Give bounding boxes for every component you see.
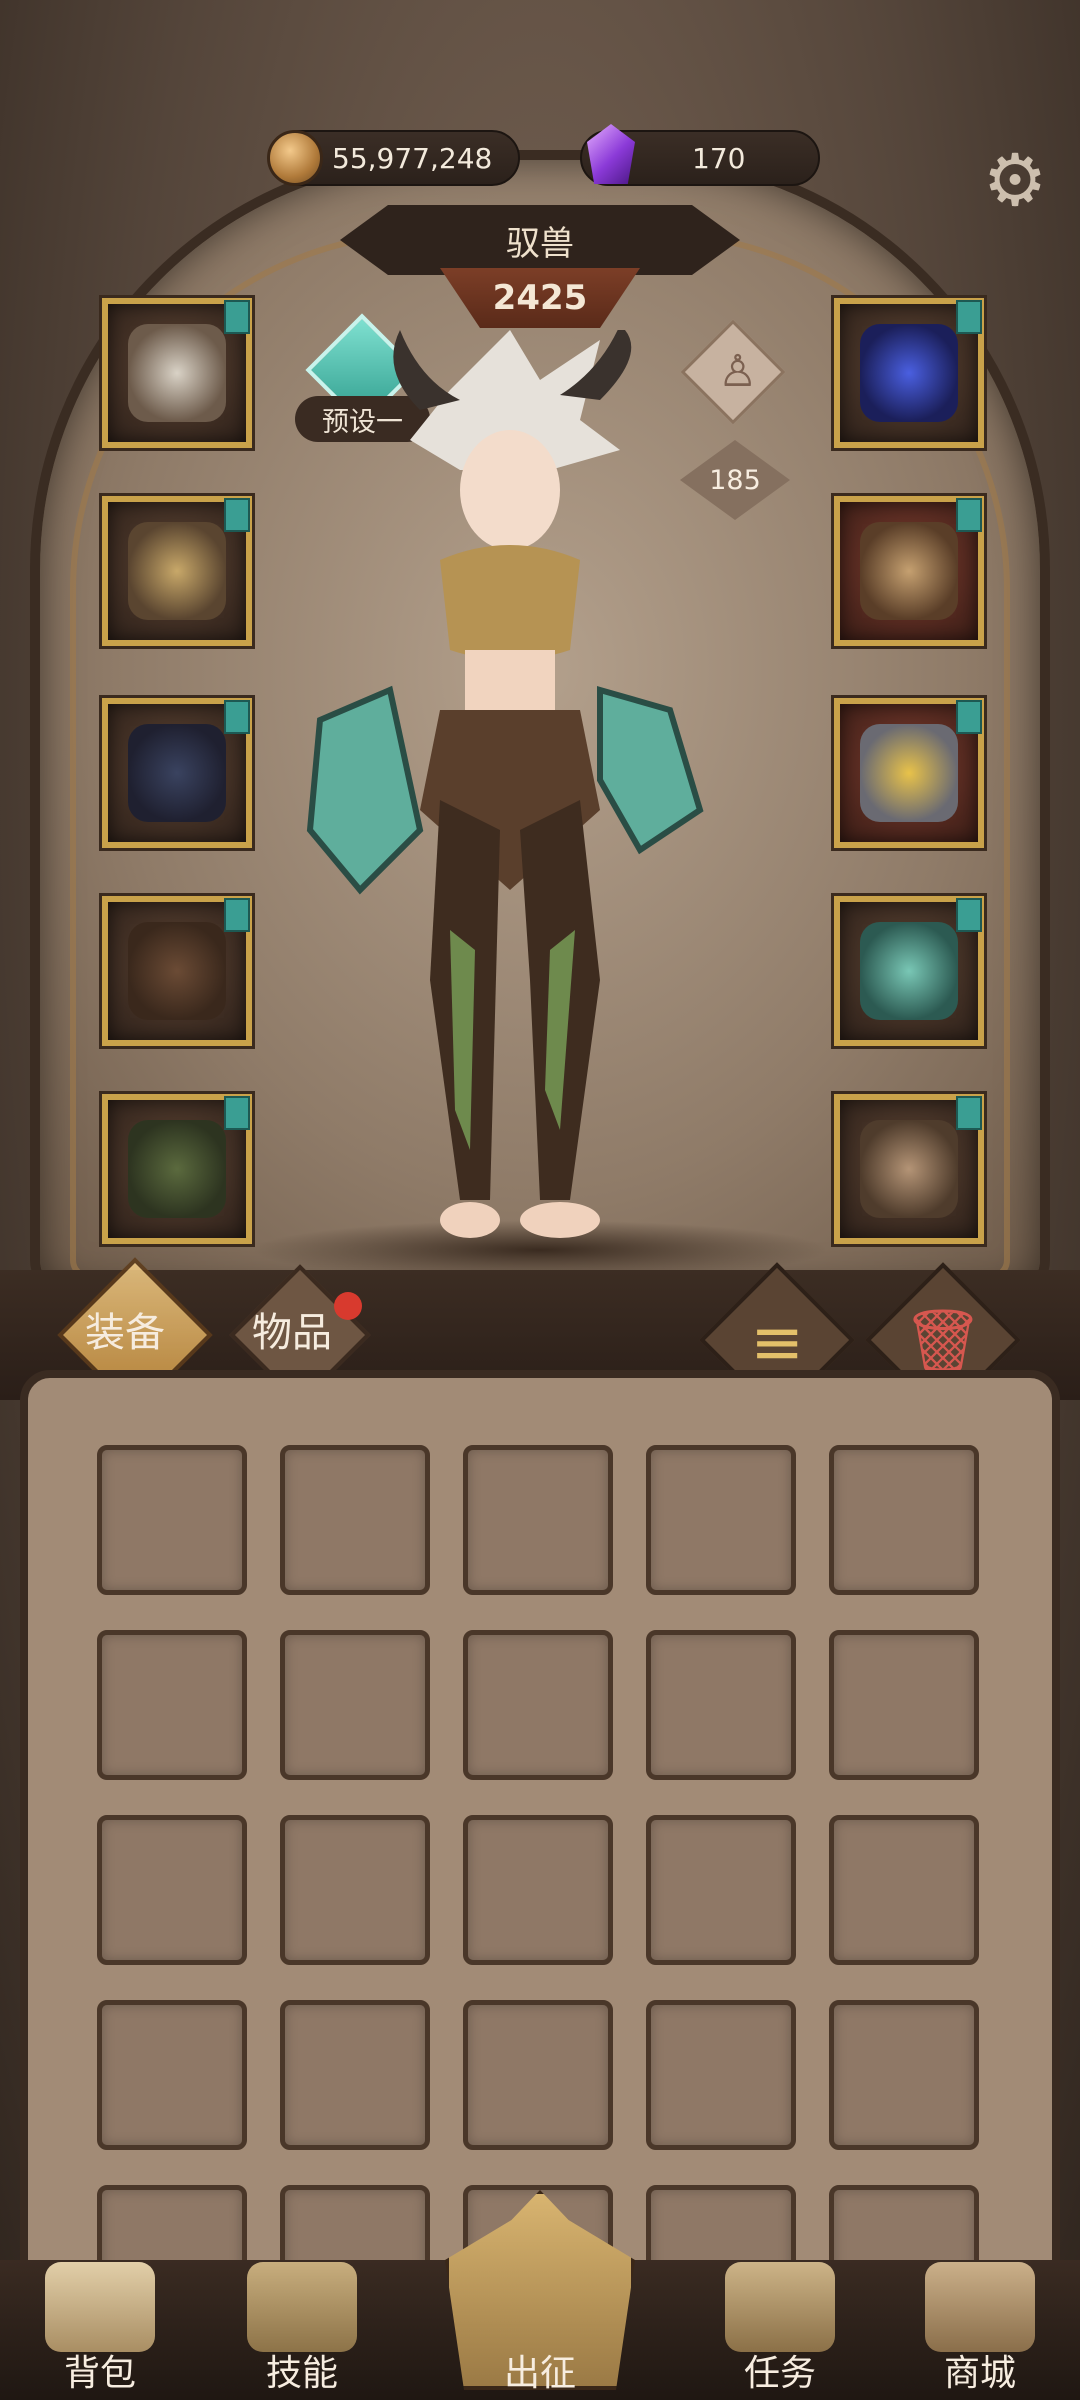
- cloak-icon: [128, 724, 226, 822]
- inventory-slot[interactable]: [97, 1630, 247, 1780]
- inventory-slot[interactable]: [97, 1815, 247, 1965]
- gem-counter[interactable]: 170: [580, 124, 820, 186]
- inventory-slot[interactable]: [646, 1815, 796, 1965]
- star-ring-icon: [860, 724, 958, 822]
- inventory-slot[interactable]: [829, 1445, 979, 1595]
- slot-tag: [224, 300, 250, 334]
- equip-slot-boots[interactable]: [102, 1094, 252, 1244]
- nav-shop[interactable]: 商城: [900, 2262, 1060, 2400]
- inventory-slot[interactable]: [97, 2000, 247, 2150]
- hero-character: [306, 330, 704, 1238]
- slot-tag: [956, 1096, 982, 1130]
- tab-items-label: 物品: [252, 1310, 332, 1356]
- inventory-slot[interactable]: [463, 2000, 613, 2150]
- slot-tag: [956, 700, 982, 734]
- slot-tag: [224, 498, 250, 532]
- nav-quests-label: 任务: [743, 2353, 816, 2394]
- nav-skills-label: 技能: [265, 2353, 338, 2394]
- nav-shop-label: 商城: [943, 2353, 1016, 2394]
- hero-class-name: 驭兽: [506, 223, 574, 264]
- coin-counter[interactable]: 55,977,248: [267, 130, 520, 186]
- tab-equipment[interactable]: 装备: [85, 1300, 165, 1358]
- slot-tag: [956, 898, 982, 932]
- nav-bag[interactable]: 背包: [20, 2262, 180, 2400]
- pants-icon: [128, 922, 226, 1020]
- inventory-slot[interactable]: [463, 1445, 613, 1595]
- boots-icon: [128, 1120, 226, 1218]
- hero-class-title: 驭兽: [340, 205, 740, 275]
- nav-fight-label: 出征: [503, 2353, 576, 2394]
- inventory-slot[interactable]: [463, 1630, 613, 1780]
- power-value: 2425: [492, 278, 588, 318]
- inventory-slot[interactable]: [463, 1815, 613, 1965]
- inventory-slot[interactable]: [280, 2000, 430, 2150]
- inventory-slot[interactable]: [280, 1815, 430, 1965]
- equip-slot-chest[interactable]: [102, 496, 252, 646]
- slot-tag: [224, 700, 250, 734]
- inventory-slot[interactable]: [646, 2000, 796, 2150]
- skill-book-icon: [247, 2262, 357, 2352]
- inventory-slot[interactable]: [646, 1630, 796, 1780]
- coin-icon: [267, 130, 323, 186]
- gem-amount: 170: [692, 141, 746, 175]
- slot-tag: [224, 898, 250, 932]
- inventory-slot[interactable]: [97, 1445, 247, 1595]
- scroll-icon: [725, 2262, 835, 2352]
- slot-tag: [956, 300, 982, 334]
- equip-slot-offhand[interactable]: [834, 1094, 984, 1244]
- tab-equipment-label: 装备: [85, 1310, 165, 1356]
- equip-slot-cloak[interactable]: [102, 698, 252, 848]
- notification-dot: [334, 1292, 362, 1320]
- slot-tag: [224, 1096, 250, 1130]
- inventory-slot[interactable]: [280, 1630, 430, 1780]
- equip-slot-gloves[interactable]: [834, 896, 984, 1046]
- armor-icon: [128, 522, 226, 620]
- shop-crown-icon: [925, 2262, 1035, 2352]
- heart-pendant-icon: [860, 324, 958, 422]
- equip-slot-trinket[interactable]: [834, 496, 984, 646]
- nav-fight[interactable]: 出征: [460, 2262, 620, 2400]
- gem-icon: [587, 124, 635, 184]
- equip-slot-ring[interactable]: [834, 698, 984, 848]
- inventory-slot[interactable]: [829, 1630, 979, 1780]
- inventory-slot[interactable]: [829, 1815, 979, 1965]
- coin-amount: 55,977,248: [332, 141, 493, 175]
- wood-bundle-icon: [860, 1120, 958, 1218]
- slot-tag: [956, 498, 982, 532]
- equip-slot-helmet[interactable]: [102, 298, 252, 448]
- equip-slot-necklace[interactable]: [834, 298, 984, 448]
- inventory-slot[interactable]: [646, 1445, 796, 1595]
- nav-skills[interactable]: 技能: [222, 2262, 382, 2400]
- owl-emblem-icon: [860, 522, 958, 620]
- inventory-slot[interactable]: [829, 2000, 979, 2150]
- nav-quests[interactable]: 任务: [700, 2262, 860, 2400]
- nav-bag-label: 背包: [63, 2353, 136, 2394]
- horned-skull-icon: [128, 324, 226, 422]
- inventory-slot[interactable]: [280, 1445, 430, 1595]
- gauntlet-icon: [860, 922, 958, 1020]
- tab-items[interactable]: 物品: [252, 1300, 332, 1358]
- person-icon: ♙: [718, 346, 758, 397]
- equip-slot-legs[interactable]: [102, 896, 252, 1046]
- backpack-icon: [45, 2262, 155, 2352]
- gear-icon[interactable]: ⚙: [975, 140, 1055, 220]
